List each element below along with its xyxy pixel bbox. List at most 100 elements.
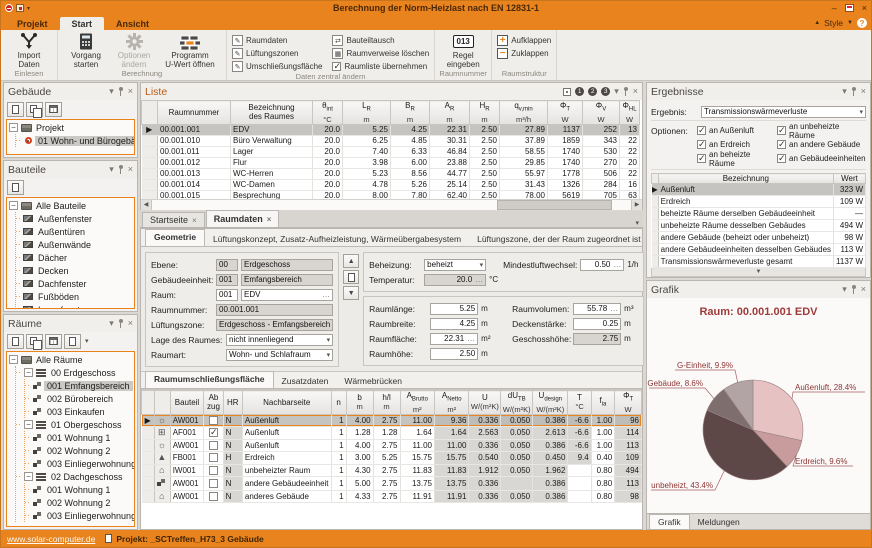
lueftungszonen-item[interactable]: ✎ Lüftungszonen — [232, 48, 322, 59]
tree-item-label[interactable]: 003 Einliegerwohnung — [44, 511, 134, 521]
du_tb-cell[interactable]: 0.050 — [501, 452, 533, 465]
table-row[interactable]: ▶Außenluft323 W — [652, 184, 866, 196]
a_brutto-cell[interactable]: 1.64 — [400, 427, 434, 440]
cell[interactable]: WC-Damen — [231, 179, 313, 190]
next-record-button[interactable]: ▼ — [343, 286, 359, 300]
wert-cell[interactable]: 323 W — [834, 184, 866, 196]
einheit-code-field[interactable]: 001 — [216, 274, 238, 286]
du_tb-cell[interactable]: 0.050 — [501, 427, 533, 440]
nachbarseite-cell[interactable]: unbeheizter Raum — [242, 464, 331, 477]
tree-item-label[interactable]: 01 Obergeschoss — [48, 420, 125, 430]
hl-cell[interactable]: 2.75 — [373, 477, 400, 491]
row-selector[interactable] — [652, 196, 659, 208]
cell[interactable]: 22.31 — [430, 124, 470, 135]
minimize-button[interactable]: – — [832, 3, 837, 13]
panel-menu-icon[interactable]: ▾ — [109, 319, 114, 328]
pin-icon[interactable] — [851, 285, 857, 295]
optionen-aendern-button[interactable]: Optionen ändern — [111, 32, 157, 69]
f_ia-cell[interactable]: 0.80 — [591, 477, 615, 491]
cell[interactable]: 705 — [583, 190, 620, 199]
row-selector[interactable] — [142, 179, 158, 190]
abzug-cell[interactable] — [204, 477, 223, 491]
cell[interactable]: Lager — [231, 146, 313, 157]
panel-menu-icon[interactable]: ▾ — [614, 87, 619, 96]
tree-item-label[interactable]: 003 Einkaufen — [44, 407, 108, 417]
option-item[interactable]: an andere Gebäude — [777, 139, 866, 150]
level-1-icon[interactable]: 1 — [575, 87, 584, 96]
table-row[interactable]: ▲FB001HErdreich13.005.2515.7515.750.5400… — [142, 452, 642, 465]
cell[interactable]: 343 — [583, 135, 620, 146]
close-icon[interactable]: × — [128, 165, 133, 174]
a_netto-cell[interactable]: 1.64 — [434, 427, 468, 440]
close-button[interactable]: × — [862, 3, 867, 13]
cell[interactable]: 55.97 — [500, 168, 548, 179]
cell[interactable]: 2.50 — [470, 190, 500, 199]
cell[interactable]: 58.55 — [500, 146, 548, 157]
bauteil-cell[interactable]: AW001 — [170, 490, 204, 503]
hr-cell[interactable]: N — [223, 414, 242, 427]
tree-item-label[interactable]: Dächer — [35, 253, 70, 263]
cell[interactable]: 37.89 — [500, 135, 548, 146]
phi_t-cell[interactable]: 113 — [615, 439, 642, 452]
nachbarseite-cell[interactable]: Außenluft — [242, 439, 331, 452]
umschliessungsflaeche-item[interactable]: ✎ Umschließungsfläche — [232, 61, 322, 72]
cell[interactable]: 5.26 — [391, 179, 430, 190]
a_brutto-cell[interactable]: 11.83 — [400, 464, 434, 477]
grid-view-button[interactable] — [45, 102, 62, 117]
abzug-checkbox[interactable] — [209, 492, 218, 501]
einheit-name-field[interactable]: Emfangsbereich — [241, 274, 333, 286]
pin-icon[interactable] — [118, 165, 124, 175]
scroll-right-icon[interactable]: ▶ — [631, 200, 642, 210]
cell[interactable]: EDV — [231, 124, 313, 135]
cell[interactable]: 00.001.011 — [158, 146, 231, 157]
bezeichnung-cell[interactable]: Transmissionswärmeverluste gesamt — [658, 256, 833, 268]
ergebnis-dropdown[interactable]: Transmissionswärmeverluste — [701, 106, 866, 118]
cell[interactable]: 2.50 — [470, 124, 500, 135]
cell[interactable]: 30.31 — [430, 135, 470, 146]
temperatur-field[interactable]: 20.0… — [424, 274, 486, 286]
hr-cell[interactable]: N — [223, 439, 242, 452]
table-row[interactable]: ▶00.001.001EDV20.05.254.2522.312.5027.89… — [142, 124, 640, 135]
bezeichnung-cell[interactable]: Erdreich — [658, 196, 833, 208]
bezeichnung-cell[interactable]: beheizte Räume derselben Gebäudeeinheit — [658, 208, 833, 220]
f_ia-cell[interactable]: 0.80 — [591, 490, 615, 503]
wert-cell[interactable]: — — [834, 208, 866, 220]
tree-item-label[interactable]: Alle Bauteile — [33, 201, 89, 211]
table-row[interactable]: 00.001.010Büro Verwaltung20.06.254.8530.… — [142, 135, 640, 146]
raumliste-checkbox[interactable] — [332, 62, 341, 71]
ebene-code-field[interactable]: 00 — [216, 259, 238, 271]
cell[interactable]: 5.23 — [343, 168, 391, 179]
phi_t-cell[interactable]: 113 — [615, 477, 642, 491]
t-cell[interactable] — [568, 490, 591, 503]
row-selector[interactable] — [142, 135, 158, 146]
cell[interactable]: 1137 — [548, 124, 583, 135]
u-cell[interactable]: 0.336 — [469, 439, 501, 452]
row-selector[interactable]: ▶ — [652, 184, 659, 196]
nachbarseite-cell[interactable]: andere Gebäudeeinheit — [242, 477, 331, 491]
bauteil-cell[interactable]: IW001 — [170, 464, 204, 477]
scroll-thumb[interactable] — [497, 200, 612, 210]
tree-item-label[interactable]: 001 Emfangsbereich — [44, 381, 133, 391]
ellipsis-button[interactable]: … — [319, 290, 330, 300]
table-row[interactable]: 00.001.014WC-Damen20.04.785.2625.142.503… — [142, 179, 640, 190]
t-cell[interactable]: -6.6 — [568, 427, 591, 440]
b-cell[interactable]: 4.30 — [346, 464, 373, 477]
wert-cell[interactable]: 494 W — [834, 220, 866, 232]
raum-code-field[interactable]: 001 — [216, 289, 238, 301]
cell[interactable]: 20.0 — [313, 157, 343, 168]
raumliste-uebernehmen-item[interactable]: Raumliste übernehmen — [332, 61, 429, 72]
du_tb-cell[interactable]: 0.050 — [501, 439, 533, 452]
tab-projekt[interactable]: Projekt — [5, 17, 60, 30]
field-input[interactable]: 2.50 — [430, 348, 478, 360]
tab-list-caret-icon[interactable]: ▾ — [631, 219, 643, 227]
hr-cell[interactable]: N — [223, 427, 242, 440]
row-selector[interactable] — [142, 452, 155, 465]
field-input[interactable]: 5.25 — [430, 303, 478, 315]
table-row[interactable]: beheizte Räume derselben Gebäudeeinheit— — [652, 208, 866, 220]
hl-cell[interactable]: 2.75 — [373, 414, 400, 427]
f_ia-cell[interactable]: 1.00 — [591, 414, 615, 427]
abzug-cell[interactable] — [204, 490, 223, 503]
cell[interactable]: 22 — [620, 168, 640, 179]
cell[interactable]: 252 — [583, 124, 620, 135]
table-row[interactable]: Transmissionswärmeverluste gesamt1137 W — [652, 256, 866, 268]
